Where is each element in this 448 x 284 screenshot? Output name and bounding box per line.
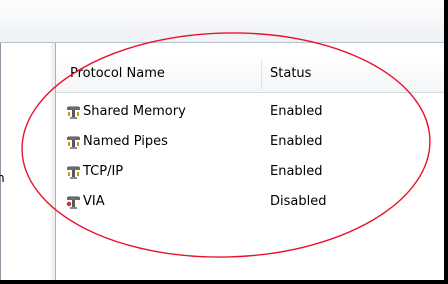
- column-separator[interactable]: [261, 60, 262, 90]
- tree-item-partial-text: n: [0, 171, 5, 185]
- protocol-icon: [67, 166, 80, 179]
- protocol-status: Enabled: [270, 134, 323, 149]
- protocol-status: Enabled: [270, 164, 323, 179]
- column-header-status[interactable]: Status: [270, 66, 311, 81]
- protocol-name: Named Pipes: [83, 134, 168, 149]
- protocol-row-tcp-ip[interactable]: TCP/IP Enabled: [56, 162, 444, 184]
- protocol-name: TCP/IP: [83, 164, 124, 179]
- protocol-icon: [67, 106, 80, 119]
- protocol-icon: [67, 136, 80, 149]
- protocol-name: Shared Memory: [83, 104, 186, 119]
- protocol-row-named-pipes[interactable]: Named Pipes Enabled: [56, 132, 444, 154]
- protocol-icon-disabled: [66, 196, 80, 209]
- tree-pane[interactable]: n: [0, 43, 52, 280]
- protocol-row-via[interactable]: VIA Disabled: [56, 192, 444, 214]
- toolbar-area: [0, 0, 444, 43]
- protocol-row-shared-memory[interactable]: Shared Memory Enabled: [56, 102, 444, 124]
- column-header-protocol-name[interactable]: Protocol Name: [70, 66, 165, 81]
- protocol-name: VIA: [83, 194, 105, 209]
- protocol-status: Enabled: [270, 104, 323, 119]
- protocol-status: Disabled: [270, 194, 327, 209]
